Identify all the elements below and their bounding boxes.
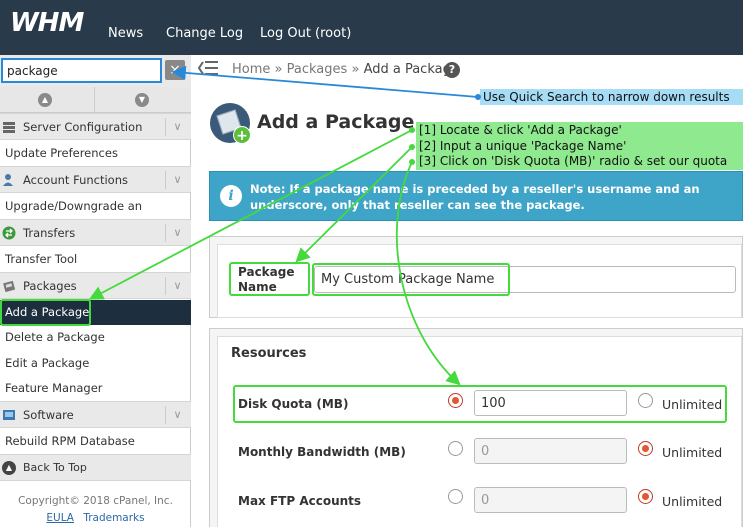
breadcrumb-packages[interactable]: Packages [287, 62, 348, 77]
resources-heading: Resources [231, 346, 307, 361]
note-text: If a package name is preceded by a resel… [250, 182, 700, 212]
sidebar-section-server-configuration[interactable]: Server Configuration ∨ [0, 113, 191, 140]
chevron-down-icon[interactable]: ∨ [165, 406, 189, 424]
user-icon [2, 173, 16, 187]
highlight-package-name-label [229, 262, 310, 296]
sidebar-item-delete-a-package[interactable]: Delete a Package [0, 325, 191, 350]
sidebar-item-upgrade-downgrade[interactable]: Upgrade/Downgrade an Account [0, 194, 191, 238]
page-title: Add a Package [257, 111, 415, 133]
sidebar-item-rebuild-rpm-database[interactable]: Rebuild RPM Database [0, 429, 191, 454]
chevron-down-icon[interactable]: ∨ [165, 118, 189, 136]
sidebar-item-edit-a-package[interactable]: Edit a Package [0, 351, 191, 376]
back-to-top-button[interactable]: ▲ Back To Top [0, 454, 191, 481]
ftp-accounts-input[interactable] [474, 487, 627, 513]
max-ftp-accounts-label: Max FTP Accounts [238, 494, 362, 508]
arrow-up-icon: ▲ [2, 461, 16, 475]
add-package-icon: + [210, 103, 251, 144]
footer-links: EULA Trademarks [0, 512, 191, 524]
chevron-down-icon[interactable]: ∨ [165, 224, 189, 242]
highlight-disk-quota-row [233, 385, 727, 423]
whm-logo[interactable]: WHM [10, 8, 84, 38]
plus-icon: + [233, 126, 251, 144]
menu-toggle-icon[interactable] [197, 58, 221, 80]
sidebar-item-feature-manager[interactable]: Feature Manager [0, 376, 191, 401]
server-config-icon [2, 120, 16, 134]
sidebar-item-transfer-tool[interactable]: Transfer Tool [0, 247, 191, 272]
eula-link[interactable]: EULA [46, 512, 74, 524]
close-icon: × [169, 62, 181, 78]
bandwidth-unlimited-label: Unlimited [662, 445, 723, 460]
sidebar-section-software[interactable]: Software ∨ [0, 401, 191, 428]
nav-news[interactable]: News [108, 26, 143, 41]
nav-change-log[interactable]: Change Log [166, 26, 243, 41]
sidebar-collapse-row: ▲ ▼ [0, 87, 191, 113]
bandwidth-unlimited-radio[interactable] [638, 441, 653, 456]
chevron-down-icon[interactable]: ∨ [165, 171, 189, 189]
breadcrumb: Home » Packages » Add a Package [232, 62, 459, 77]
annotation-step-3: [3] Click on 'Disk Quota (MB)' radio & s… [419, 154, 728, 168]
ftp-custom-radio[interactable] [448, 489, 463, 504]
ftp-unlimited-radio[interactable] [638, 489, 653, 504]
nav-logout[interactable]: Log Out (root) [260, 26, 351, 41]
highlight-package-name-input [312, 263, 510, 296]
sidebar-section-account-functions[interactable]: Account Functions ∨ [0, 166, 191, 193]
trademarks-link[interactable]: Trademarks [83, 512, 144, 524]
note-prefix: Note: [250, 182, 286, 196]
clear-search-button[interactable]: × [165, 60, 185, 80]
quick-search-input[interactable] [1, 58, 162, 83]
transfer-icon [2, 226, 16, 240]
collapse-all-button[interactable]: ▲ [0, 87, 95, 113]
sidebar-section-transfers[interactable]: Transfers ∨ [0, 219, 191, 246]
top-bar: WHM News Change Log Log Out (root) [0, 0, 743, 55]
bandwidth-custom-radio[interactable] [448, 441, 463, 456]
arrow-step-2-dot [409, 144, 415, 150]
annotation-step-2: [2] Input a unique 'Package Name' [419, 138, 627, 153]
annotation-search-tip: Use Quick Search to narrow down results [480, 89, 743, 105]
software-icon [2, 408, 16, 422]
copyright-text: Copyright© 2018 cPanel, Inc. [18, 495, 173, 507]
sidebar-section-packages[interactable]: Packages ∨ [0, 272, 191, 299]
chevron-up-icon: ▲ [38, 93, 52, 107]
package-icon [2, 279, 16, 293]
expand-all-button[interactable]: ▼ [96, 87, 191, 113]
bandwidth-input[interactable] [474, 438, 627, 464]
highlight-add-package [0, 299, 91, 326]
ftp-unlimited-label: Unlimited [662, 494, 723, 509]
info-icon: i [220, 185, 242, 207]
sidebar-item-update-preferences[interactable]: Update Preferences [0, 141, 191, 166]
arrow-step-3-dot [409, 159, 415, 165]
chevron-down-icon: ▼ [135, 93, 149, 107]
monthly-bandwidth-label: Monthly Bandwidth (MB) [238, 445, 406, 459]
chevron-down-icon[interactable]: ∨ [165, 277, 189, 295]
annotation-steps: [1] Locate & click 'Add a Package' [2] I… [416, 122, 743, 170]
help-icon[interactable]: ? [444, 62, 460, 78]
annotation-step-1: [1] Locate & click 'Add a Package' [419, 123, 622, 137]
breadcrumb-home[interactable]: Home [232, 62, 270, 77]
note-alert: i Note: If a package name is preceded by… [209, 171, 743, 221]
